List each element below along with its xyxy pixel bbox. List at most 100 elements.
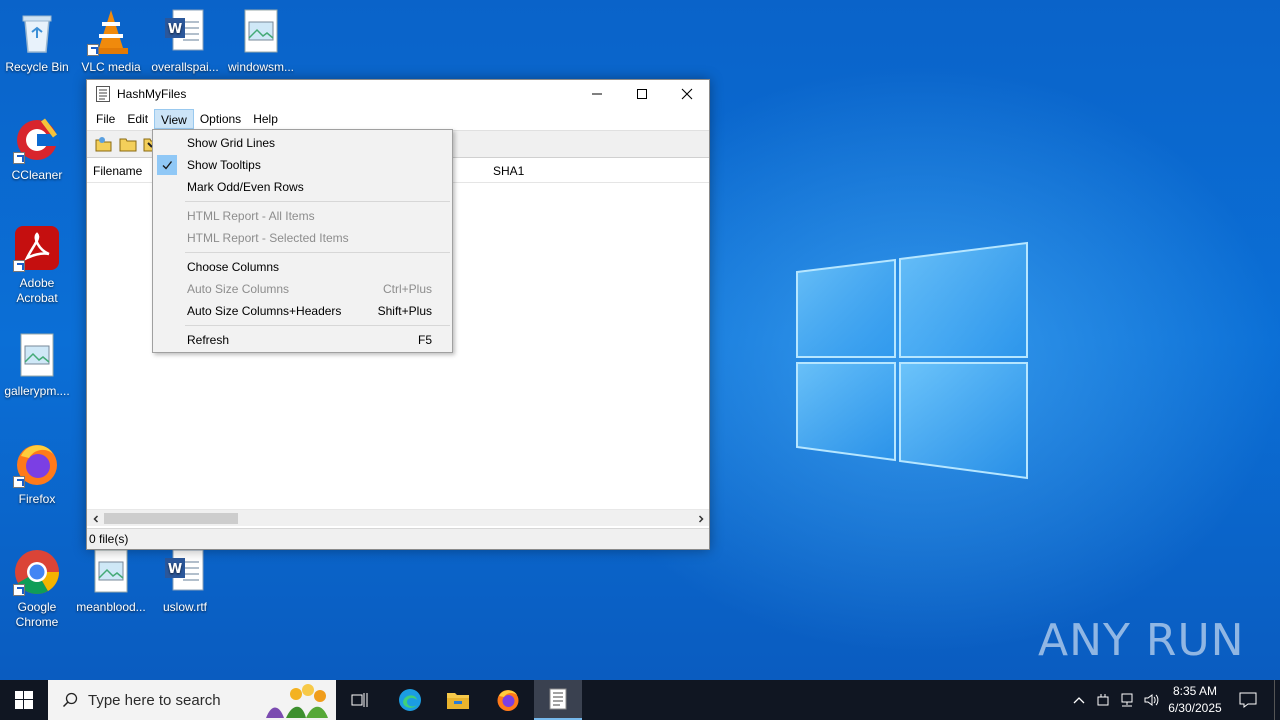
menu-separator [185, 201, 450, 202]
edge-icon [399, 689, 421, 711]
column-header-sha1[interactable]: SHA1 [493, 164, 524, 178]
taskbar-file-explorer[interactable] [434, 680, 482, 720]
taskbar-firefox[interactable] [484, 680, 532, 720]
chrome-icon [13, 548, 61, 596]
desktop-icon-ccleaner[interactable]: CCleaner [0, 116, 74, 183]
menu-item-label: Show Tooltips [187, 158, 261, 172]
usb-device-icon [1097, 694, 1109, 706]
desktop-icon-recycle-bin[interactable]: Recycle Bin [0, 8, 74, 75]
title-bar[interactable]: HashMyFiles [87, 80, 709, 108]
image-file-icon [237, 8, 285, 56]
shortcut-arrow-icon [13, 260, 25, 272]
close-button[interactable] [664, 80, 709, 108]
horizontal-scrollbar[interactable] [87, 509, 709, 526]
maximize-button[interactable] [619, 80, 664, 108]
action-center-button[interactable] [1232, 680, 1264, 720]
menu-item-choose-columns[interactable]: Choose Columns [155, 256, 450, 278]
menu-item-show-tooltips[interactable]: Show Tooltips [155, 154, 450, 176]
shortcut-arrow-icon [13, 584, 25, 596]
taskbar-edge[interactable] [386, 680, 434, 720]
menu-separator [185, 252, 450, 253]
chevron-right-icon [698, 514, 704, 523]
taskbar-hashmyfiles[interactable] [534, 680, 582, 720]
menu-file[interactable]: File [90, 109, 121, 129]
add-files-button[interactable] [95, 135, 113, 153]
menu-item-label: Auto Size Columns+Headers [187, 304, 342, 318]
chevron-up-icon [1073, 697, 1085, 704]
tray-volume-icon[interactable] [1140, 680, 1162, 720]
menu-item-label: Refresh [187, 333, 230, 347]
file-explorer-icon [447, 693, 469, 709]
image-file-icon [13, 332, 61, 380]
desktop-icon-label: uslow.rtf [162, 600, 207, 614]
task-view-button[interactable] [336, 680, 384, 720]
windows-start-icon [15, 691, 33, 709]
desktop-icon-vlc[interactable]: VLC media [74, 8, 148, 75]
desktop-icon-label: gallerypm.... [4, 384, 70, 398]
acrobat-icon [13, 224, 61, 272]
desktop-icon-label: Google Chrome [15, 600, 59, 629]
scrollbar-thumb[interactable] [104, 513, 238, 524]
menu-options[interactable]: Options [194, 109, 247, 129]
desktop-icon-windowsm[interactable]: windowsm... [224, 8, 298, 75]
menu-item-label: Show Grid Lines [187, 136, 276, 150]
menu-item-mark-odd-even-rows[interactable]: Mark Odd/Even Rows [155, 176, 450, 198]
column-header-filename[interactable]: Filename [93, 164, 142, 178]
maximize-icon [636, 89, 647, 99]
search-icon [62, 692, 78, 708]
tray-show-hidden-icons[interactable] [1068, 680, 1090, 720]
hashmyfiles-app-icon [549, 688, 567, 710]
recycle-bin-icon [13, 8, 61, 56]
menu-item-show-grid-lines[interactable]: Show Grid Lines [155, 132, 450, 154]
close-icon [681, 88, 692, 100]
folder-icon [119, 138, 137, 152]
menu-item-shortcut: Shift+Plus [377, 304, 432, 318]
firefox-icon [497, 690, 519, 711]
menu-item-html-report-all[interactable]: HTML Report - All Items [155, 205, 450, 227]
minimize-button[interactable] [574, 80, 619, 108]
shortcut-arrow-icon [13, 476, 25, 488]
menu-item-refresh[interactable]: Refresh F5 [155, 329, 450, 351]
shortcut-arrow-icon [87, 44, 99, 56]
desktop-icon-meanblood[interactable]: meanblood... [74, 548, 148, 615]
clock-time: 8:35 AM [1172, 684, 1218, 698]
firefox-icon [13, 440, 61, 488]
taskbar-clock[interactable]: 8:35 AM 6/30/2025 [1162, 683, 1228, 717]
tray-network-icon[interactable] [1116, 680, 1138, 720]
shortcut-arrow-icon [13, 152, 25, 164]
scroll-right-button[interactable] [692, 510, 709, 527]
menu-item-auto-size-columns[interactable]: Auto Size Columns Ctrl+Plus [155, 278, 450, 300]
menu-item-html-report-selected[interactable]: HTML Report - Selected Items [155, 227, 450, 249]
checkmark-icon [157, 155, 177, 175]
clock-date: 6/30/2025 [1168, 701, 1222, 715]
start-button[interactable] [0, 680, 48, 720]
menu-view[interactable]: View [154, 109, 194, 129]
chevron-left-icon [92, 514, 98, 523]
desktop-icon-adobe-acrobat[interactable]: Adobe Acrobat [0, 224, 74, 306]
scroll-left-button[interactable] [87, 510, 104, 527]
desktop-icon-firefox[interactable]: Firefox [0, 440, 74, 507]
add-folder-button[interactable] [119, 135, 137, 153]
tray-device-icon[interactable] [1092, 680, 1114, 720]
taskbar: Type here to search 8:35 AM 6/30/2025 [0, 680, 1280, 720]
desktop-icon-gallerypm[interactable]: gallerypm.... [0, 332, 74, 399]
desktop-icon-overallspai[interactable]: W overallspai... [148, 8, 222, 75]
image-file-icon [87, 548, 135, 596]
menu-edit[interactable]: Edit [121, 109, 154, 129]
menu-item-label: Auto Size Columns [187, 282, 290, 296]
menu-item-label: HTML Report - Selected Items [187, 231, 349, 245]
search-highlight-flowers-icon [266, 684, 328, 718]
menu-item-auto-size-columns-headers[interactable]: Auto Size Columns+Headers Shift+Plus [155, 300, 450, 322]
status-file-count: 0 file(s) [89, 532, 129, 546]
desktop-icon-google-chrome[interactable]: Google Chrome [0, 548, 74, 630]
menu-separator [185, 325, 450, 326]
desktop-icon-uslow[interactable]: W uslow.rtf [148, 548, 222, 615]
window-title: HashMyFiles [117, 87, 187, 101]
hashmyfiles-app-icon [96, 86, 110, 102]
taskbar-search-box[interactable]: Type here to search [48, 680, 336, 720]
show-desktop-button[interactable] [1274, 680, 1280, 720]
network-icon [1121, 693, 1133, 707]
status-bar: 0 file(s) [87, 528, 709, 549]
menu-help[interactable]: Help [247, 109, 284, 129]
svg-text:W: W [168, 22, 182, 37]
